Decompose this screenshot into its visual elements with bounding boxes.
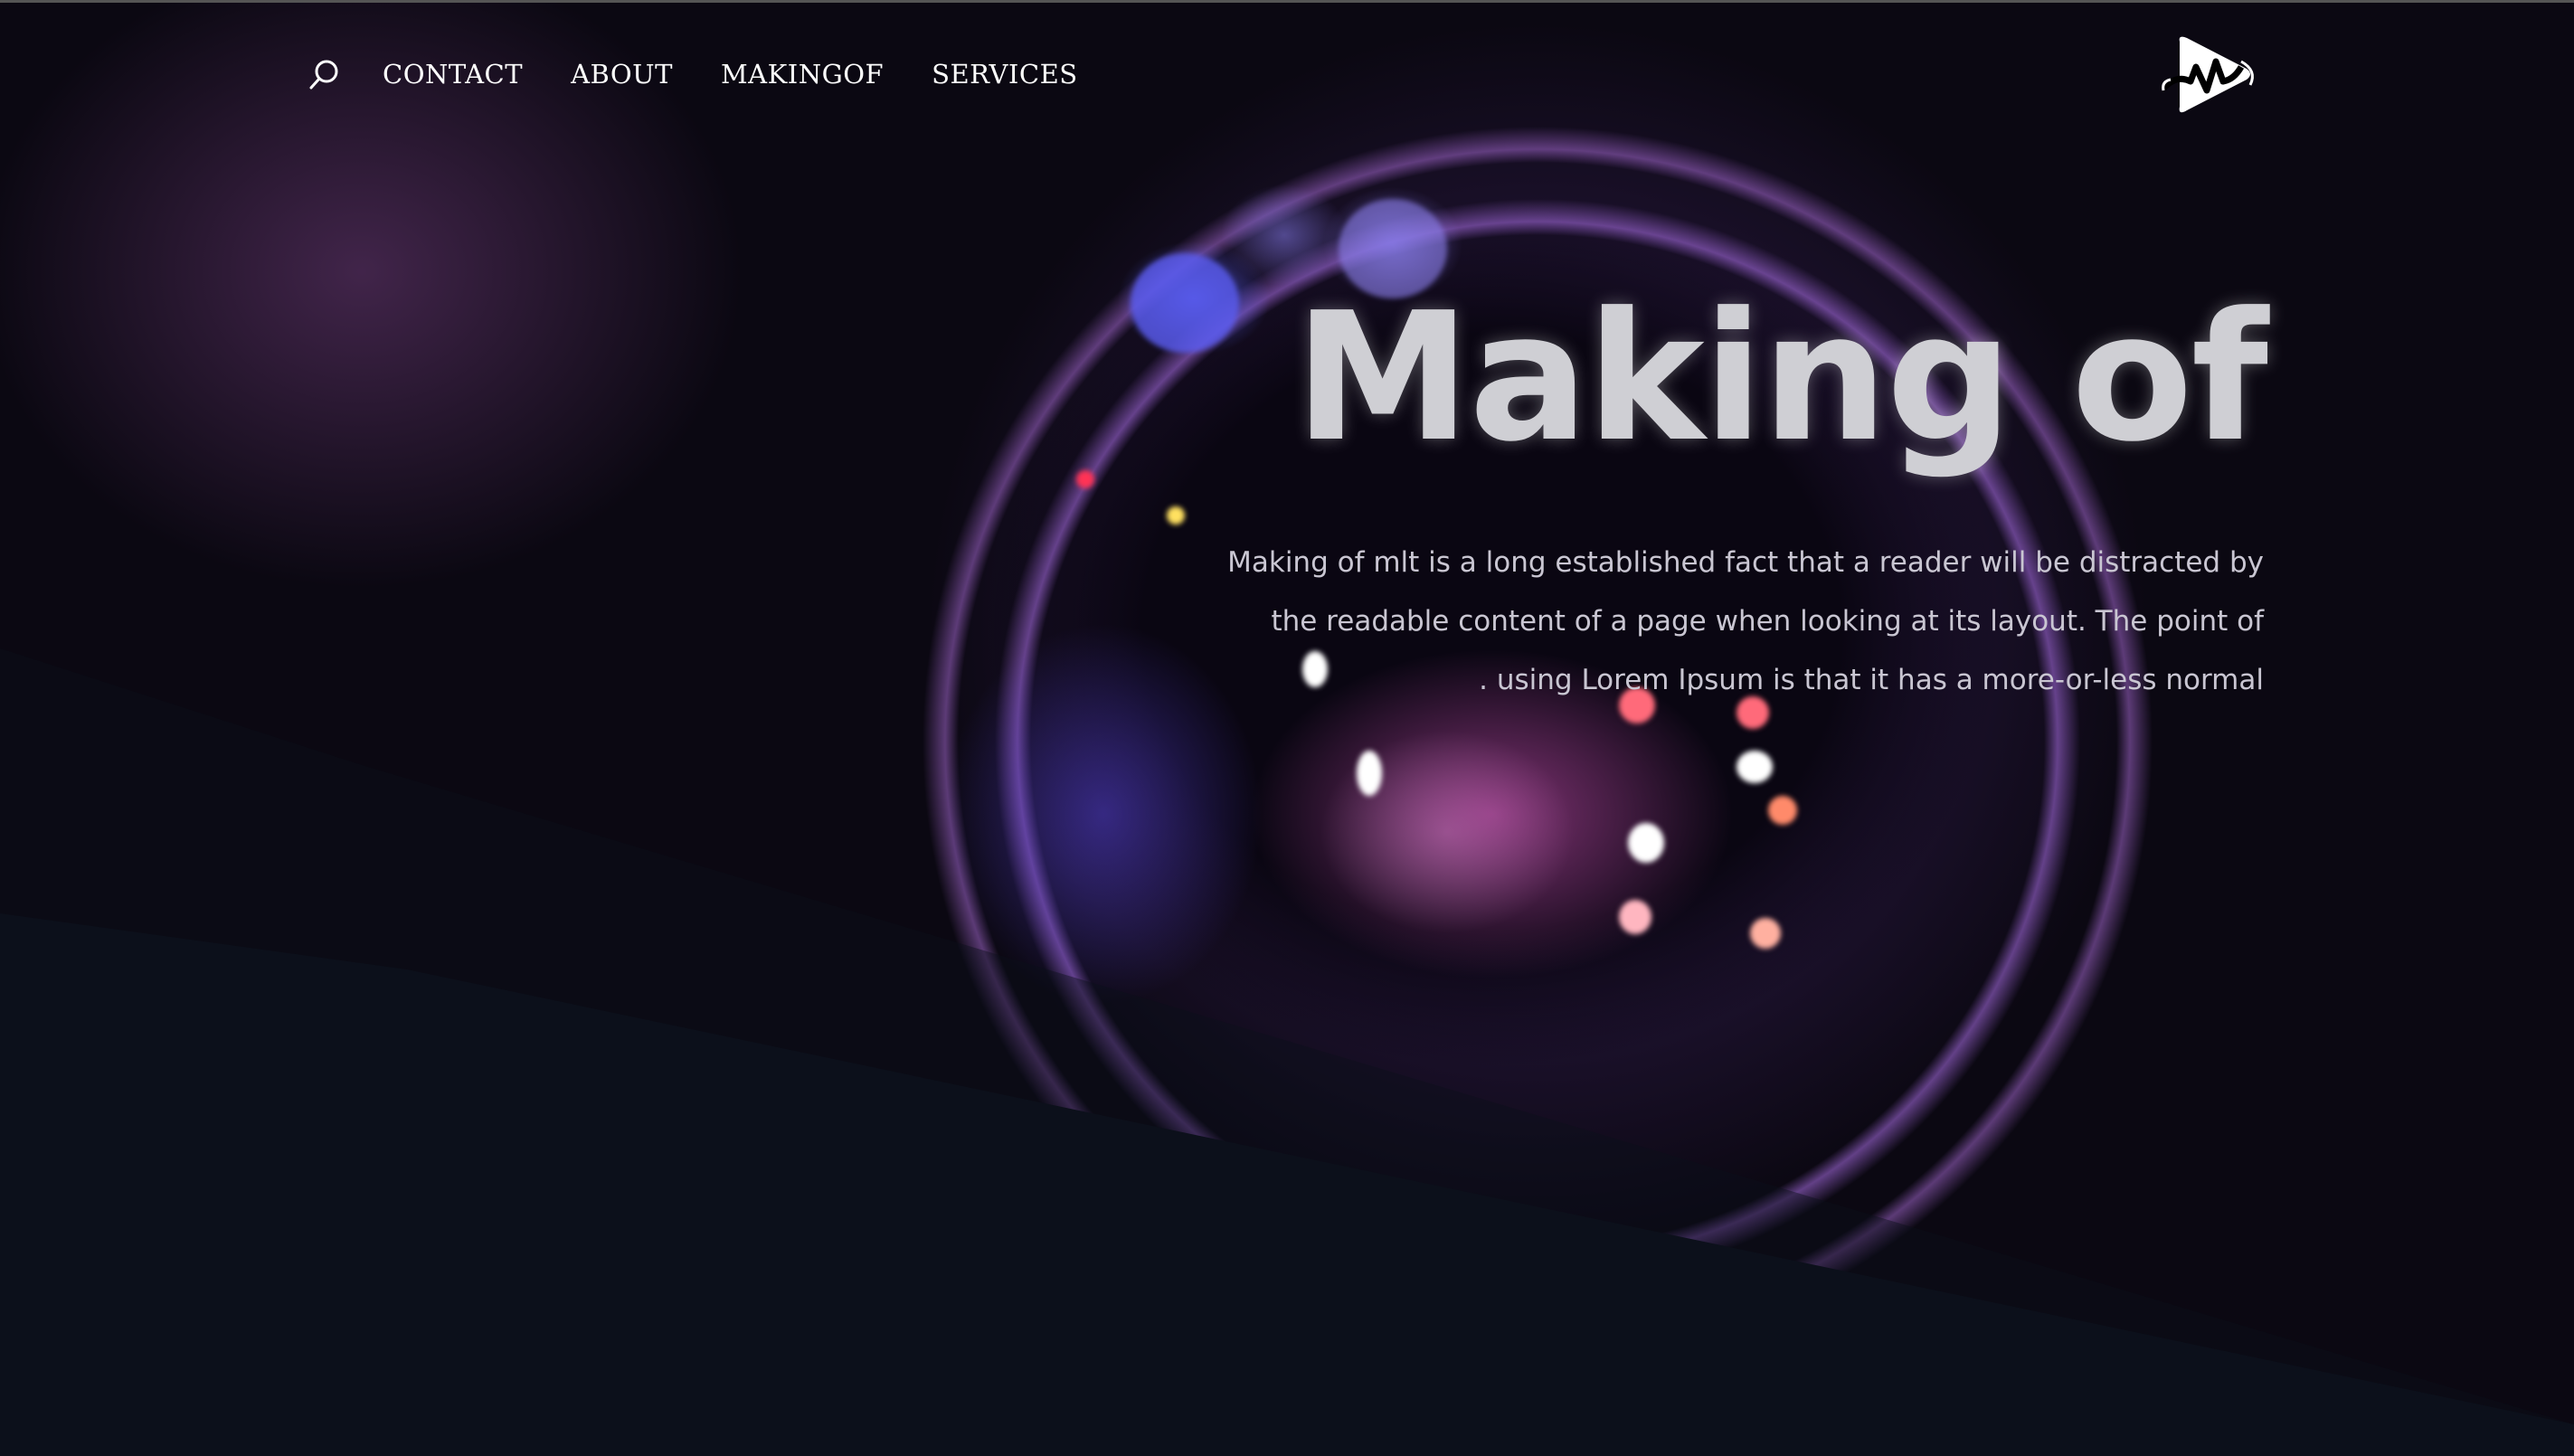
bokeh-light	[1768, 796, 1797, 825]
hero-description-line: Making of mlt is a long established fact…	[1227, 546, 2264, 579]
bokeh-light	[1357, 751, 1382, 796]
nav-contact[interactable]: CONTACT	[383, 59, 523, 90]
play-wave-logo-icon[interactable]	[2160, 34, 2261, 116]
nav-about[interactable]: ABOUT	[571, 59, 673, 90]
bokeh-light	[1628, 823, 1664, 863]
bokeh-light	[1076, 470, 1094, 488]
top-border	[0, 0, 2574, 3]
main-nav: CONTACT ABOUT MAKINGOF SERVICES	[306, 56, 1126, 92]
bokeh-light	[1619, 900, 1651, 934]
hero-description-line: the readable content of a page when look…	[1271, 605, 2264, 638]
bokeh-light	[1167, 506, 1185, 525]
bokeh-light	[1750, 918, 1781, 949]
search-icon[interactable]	[306, 56, 342, 92]
nav-makingof[interactable]: MAKINGOF	[721, 59, 884, 90]
hero-title: Making of	[1294, 275, 2268, 481]
nav-services[interactable]: SERVICES	[932, 59, 1077, 90]
hero-description-line: . using Lorem Ipsum is that it has a mor…	[1479, 664, 2264, 696]
bokeh-light	[1737, 751, 1773, 783]
bokeh-light	[1131, 253, 1239, 353]
hero-description: Making of mlt is a long established fact…	[1088, 534, 2264, 710]
